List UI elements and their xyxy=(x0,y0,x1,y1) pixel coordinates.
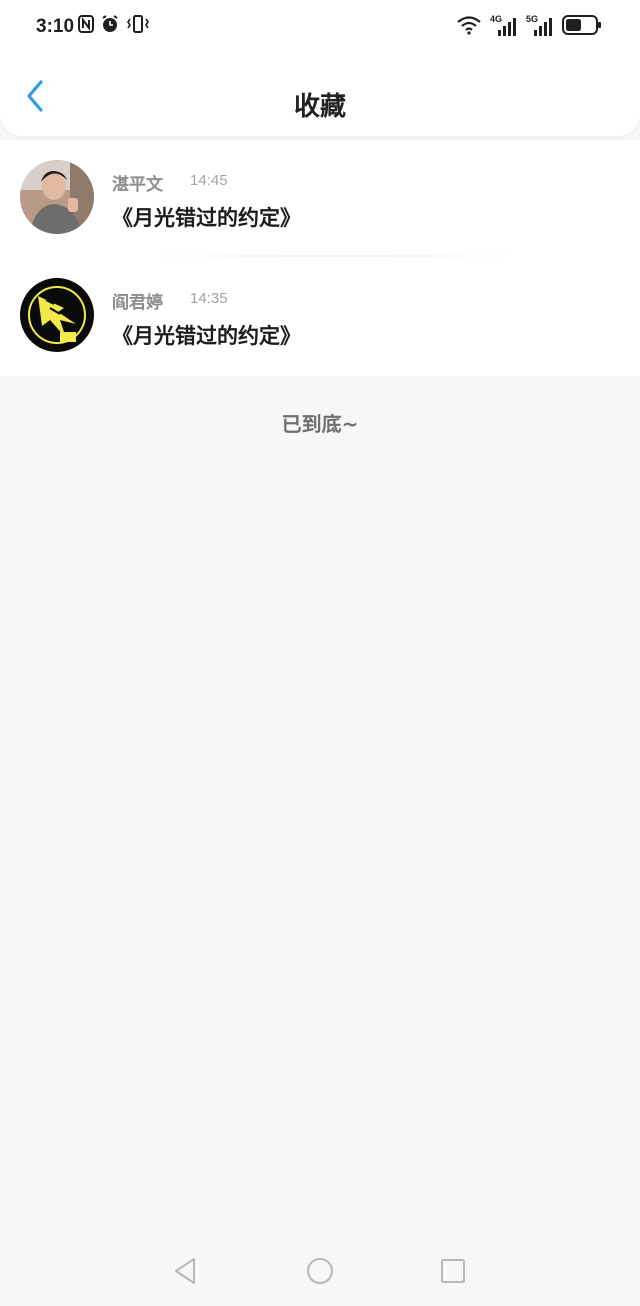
favorites-list: 湛平文 14:45 《月光错过的约定》 阎君婷 14:35 《月光错过的约定》 xyxy=(0,140,640,376)
vibrate-icon xyxy=(126,14,150,38)
username: 阎君婷 xyxy=(112,293,163,313)
nfc-icon xyxy=(78,15,94,37)
username: 湛平文 xyxy=(112,175,163,195)
work-title[interactable]: 《月光错过的约定》 xyxy=(112,202,301,232)
signal-4g-icon: 4G xyxy=(490,14,518,38)
signal-5g-icon: 5G xyxy=(526,14,554,38)
status-icons-right: 4G 5G xyxy=(456,14,602,40)
battery-icon xyxy=(562,14,602,40)
timestamp: 14:45 xyxy=(190,172,228,189)
item-divider xyxy=(140,255,530,257)
page-title: 收藏 xyxy=(293,92,346,122)
header-bar: 收藏 xyxy=(0,56,640,136)
back-triangle-icon xyxy=(172,1257,198,1289)
wifi-icon xyxy=(456,15,482,39)
user-avatar[interactable] xyxy=(20,278,94,352)
status-icons-left xyxy=(78,14,150,38)
nav-home-button[interactable] xyxy=(303,1256,337,1290)
status-time: 3:10 xyxy=(36,16,75,37)
favorite-item[interactable]: 湛平文 14:45 《月光错过的约定》 xyxy=(0,140,640,258)
home-circle-icon xyxy=(306,1257,334,1289)
nav-recents-button[interactable] xyxy=(436,1256,470,1290)
work-title[interactable]: 《月光错过的约定》 xyxy=(112,320,301,350)
status-bar: 3:10 4G 5G xyxy=(0,0,640,56)
recents-square-icon xyxy=(440,1258,466,1288)
favorite-item[interactable]: 阎君婷 14:35 《月光错过的约定》 xyxy=(0,258,640,376)
user-avatar[interactable] xyxy=(20,160,94,234)
nav-back-button[interactable] xyxy=(168,1256,202,1290)
end-of-list-label: 已到底~ xyxy=(281,412,359,436)
alarm-icon xyxy=(100,14,120,38)
system-nav-bar xyxy=(0,1240,640,1306)
timestamp: 14:35 xyxy=(190,290,228,307)
